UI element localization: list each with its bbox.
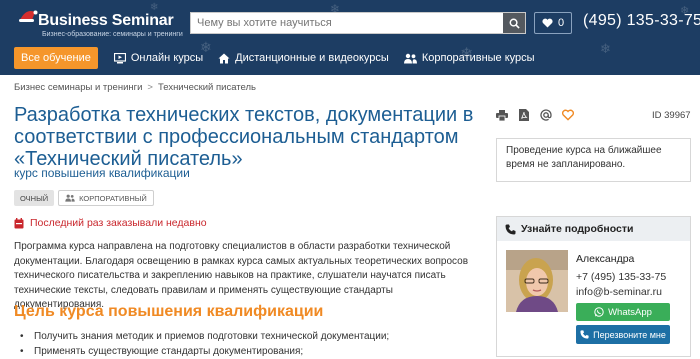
pdf-button[interactable] <box>518 109 530 121</box>
course-id: ID 39967 <box>652 110 691 121</box>
phone-icon <box>580 330 589 339</box>
favorites-button[interactable]: 0 <box>534 12 572 34</box>
nav-item-label: Онлайн курсы <box>131 52 203 64</box>
print-button[interactable] <box>496 109 508 121</box>
logo-tagline: Бизнес-образование: семинары и тренинги <box>42 31 183 38</box>
whatsapp-button[interactable]: WhatsApp <box>576 303 670 321</box>
contact-card: Узнайте подробности Александра +7 (495) … <box>496 216 691 357</box>
last-ordered-notice: Последний раз заказывали недавно <box>14 217 207 229</box>
contact-card-header: Узнайте подробности <box>497 217 690 241</box>
nav-item-online[interactable]: Онлайн курсы <box>114 52 203 64</box>
print-icon <box>496 110 508 121</box>
manager-name: Александра <box>576 253 634 265</box>
avatar <box>506 250 568 312</box>
tag-corporate[interactable]: КОРПОРАТИВНЫЙ <box>58 190 154 206</box>
nav-item-label: Дистанционные и видеокурсы <box>235 52 389 64</box>
pdf-icon <box>519 109 529 121</box>
online-icon <box>114 53 126 64</box>
contact-heading: Узнайте подробности <box>521 223 633 235</box>
callback-button[interactable]: Перезвоните мне <box>576 325 670 344</box>
main-nav: Все обучение Онлайн курсы Дистанционные … <box>14 47 550 69</box>
breadcrumb: Бизнес семинары и тренинги > Технический п… <box>14 82 256 93</box>
header-phone[interactable]: (495) 135-33-75 <box>583 12 700 30</box>
page-title: Разработка технических текстов, документ… <box>14 104 484 170</box>
whatsapp-label: WhatsApp <box>608 307 652 318</box>
people-icon <box>404 53 417 64</box>
course-description: Программа курса направлена на подготовку… <box>14 240 474 313</box>
course-tags: ОЧНЫЙ КОРПОРАТИВНЫЙ <box>14 190 154 206</box>
people-icon <box>65 194 75 202</box>
goal-list: Получить знания методик и приемов подгот… <box>34 330 389 359</box>
nav-item-label: Корпоративные курсы <box>422 52 535 64</box>
heart-outline-icon <box>562 109 574 121</box>
page-actions <box>496 109 574 121</box>
heart-icon <box>542 18 553 28</box>
search-button[interactable] <box>503 13 525 33</box>
search-bar <box>190 12 526 34</box>
at-sign-icon <box>540 109 552 121</box>
manager-phone[interactable]: +7 (495) 135-33-75 <box>576 271 666 283</box>
course-subtitle: курс повышения квалификации <box>14 166 190 180</box>
snowflake-icon: ❄ <box>600 42 611 57</box>
schedule-notice: Проведение курса на ближайшее время не з… <box>496 138 691 182</box>
santa-hat-icon <box>18 8 38 22</box>
nav-item-label: Все обучение <box>21 52 91 64</box>
nav-item-corporate[interactable]: Корпоративные курсы <box>404 52 535 64</box>
tag-format[interactable]: ОЧНЫЙ <box>14 190 54 206</box>
manager-photo <box>506 250 568 312</box>
breadcrumb-separator: > <box>147 82 153 93</box>
list-item: Получить знания методик и приемов подгот… <box>34 330 389 345</box>
search-input[interactable] <box>191 13 501 33</box>
manager-email[interactable]: info@b-seminar.ru <box>576 286 662 298</box>
tag-label: КОРПОРАТИВНЫЙ <box>79 194 147 203</box>
site-header: ❄ ❄ ❄ ❄ ❄ ❄ Business Seminar Бизнес-обра… <box>0 0 700 75</box>
callback-label: Перезвоните мне <box>593 330 666 340</box>
breadcrumb-link[interactable]: Технический писатель <box>158 82 256 93</box>
logo-text: Business Seminar <box>38 12 174 30</box>
search-icon <box>509 18 520 29</box>
breadcrumb-link[interactable]: Бизнес семинары и тренинги <box>14 82 142 93</box>
email-button[interactable] <box>540 109 552 121</box>
home-icon <box>218 53 230 64</box>
favorites-count: 0 <box>558 17 564 29</box>
nav-item-all[interactable]: Все обучение <box>14 47 98 69</box>
favorite-button[interactable] <box>562 109 574 121</box>
goal-heading: Цель курса повышения квалификации <box>14 303 323 321</box>
nav-item-distance[interactable]: Дистанционные и видеокурсы <box>218 52 389 64</box>
last-ordered-text: Последний раз заказывали недавно <box>30 217 207 229</box>
calendar-icon <box>14 218 24 229</box>
tag-label: ОЧНЫЙ <box>20 194 48 203</box>
phone-icon <box>505 224 516 235</box>
whatsapp-icon <box>594 307 604 317</box>
site-logo[interactable]: Business Seminar Бизнес-образование: сем… <box>10 6 190 42</box>
